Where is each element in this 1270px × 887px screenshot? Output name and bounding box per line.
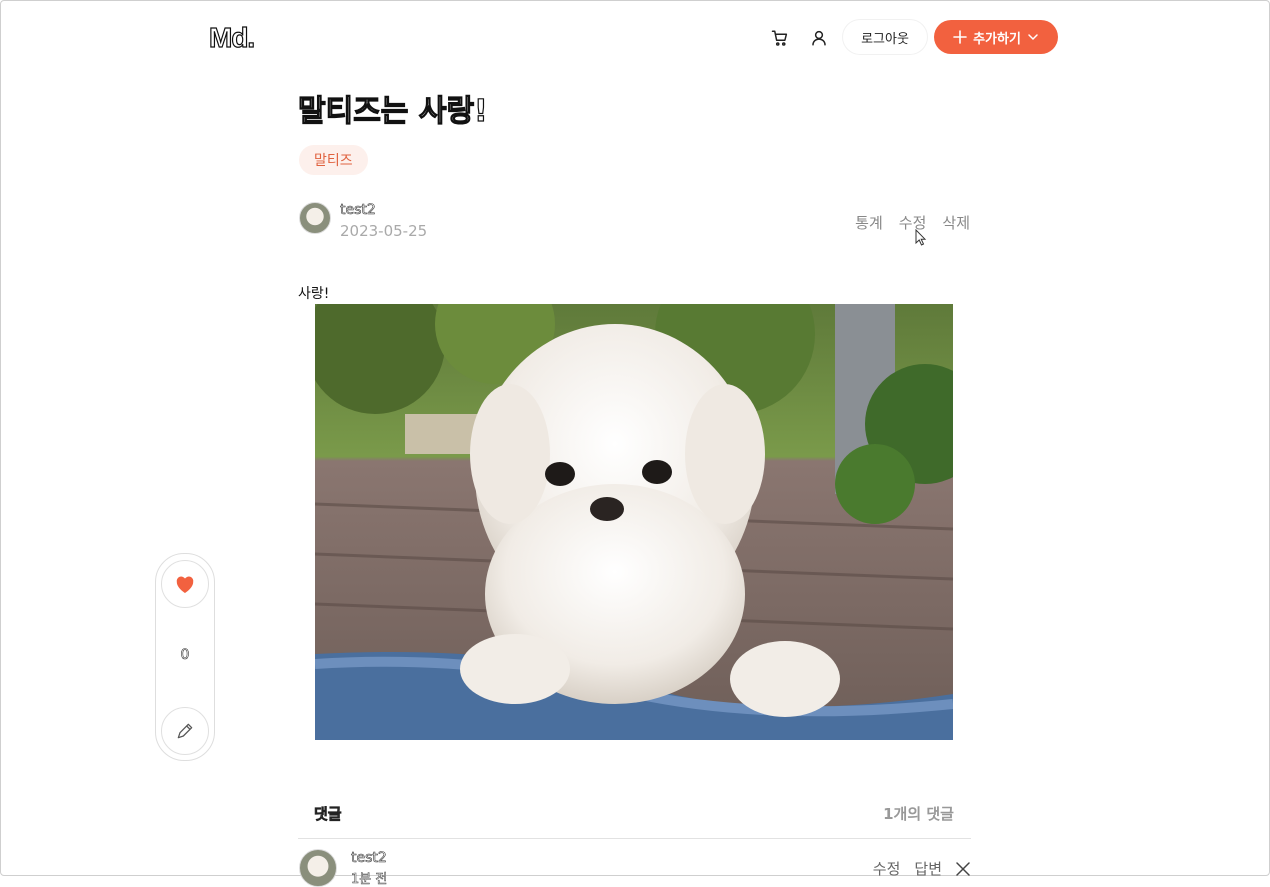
cart-icon[interactable] bbox=[769, 27, 791, 49]
post-date: 2023-05-25 bbox=[340, 222, 428, 240]
chevron-down-icon bbox=[1028, 34, 1038, 41]
post-tag[interactable]: 말티즈 bbox=[299, 145, 368, 175]
comments-divider bbox=[298, 838, 971, 839]
author-avatar[interactable] bbox=[299, 202, 331, 234]
comment-avatar[interactable] bbox=[299, 849, 337, 887]
stats-button[interactable]: 통계 bbox=[855, 212, 883, 233]
comments-title: 댓글 bbox=[314, 805, 342, 824]
author-name[interactable]: test2 bbox=[340, 202, 376, 219]
post-actions: 통계 수정 삭제 bbox=[855, 212, 970, 233]
post-image bbox=[315, 304, 953, 740]
add-button-label: 추가하기 bbox=[973, 31, 1021, 47]
comment-time: 1분 전 bbox=[351, 872, 388, 887]
plus-icon bbox=[953, 30, 967, 44]
comment-author[interactable]: test2 bbox=[351, 850, 387, 867]
mouse-cursor-icon bbox=[915, 229, 927, 246]
delete-button[interactable]: 삭제 bbox=[942, 212, 970, 233]
user-icon[interactable] bbox=[808, 27, 830, 49]
post-body-text: 사랑! bbox=[298, 286, 330, 302]
site-logo[interactable]: Md. bbox=[208, 21, 255, 54]
logout-button[interactable]: 로그아웃 bbox=[843, 20, 927, 54]
like-sidebar: 0 bbox=[155, 553, 215, 761]
like-button[interactable] bbox=[161, 560, 209, 608]
pencil-icon bbox=[177, 723, 193, 739]
heart-icon bbox=[176, 576, 194, 594]
like-count: 0 bbox=[180, 647, 190, 664]
comments-count: 1개의 댓글 bbox=[883, 805, 954, 823]
post-title: 말티즈는 사랑! bbox=[297, 93, 488, 129]
add-button[interactable]: 추가하기 bbox=[934, 20, 1058, 54]
share-button[interactable] bbox=[161, 707, 209, 755]
close-icon[interactable] bbox=[956, 861, 970, 876]
